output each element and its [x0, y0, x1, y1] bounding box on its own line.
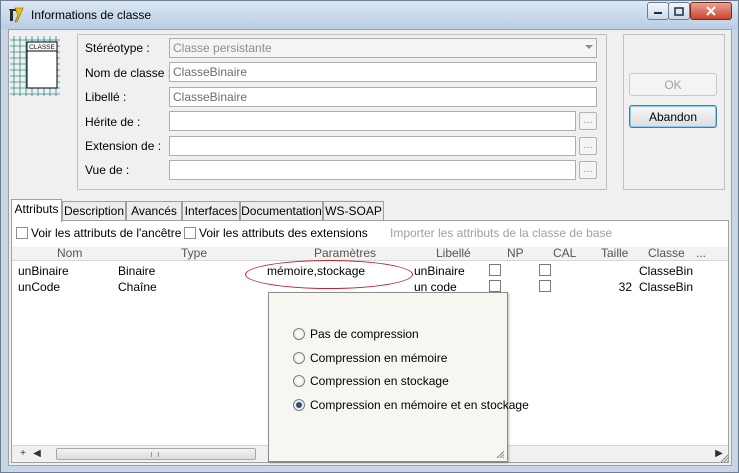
extension-label: Extension de :	[85, 139, 162, 153]
tab-attributs[interactable]: Attributs	[11, 199, 62, 222]
minimize-icon	[654, 12, 662, 14]
show-extensions-label: Voir les attributs des extensions	[199, 226, 368, 240]
compression-option-label: Compression en mémoire	[310, 351, 448, 365]
compression-option-label: Compression en stockage	[310, 374, 449, 388]
column-header-libelle[interactable]: Libellé	[436, 247, 471, 260]
tab-ws-soap[interactable]: WS-SOAP	[323, 201, 384, 221]
show-ancestor-label: Voir les attributs de l'ancêtre	[31, 226, 182, 240]
extension-field[interactable]	[169, 136, 576, 156]
compression-option-label: Pas de compression	[310, 327, 419, 341]
cell-taille: 32	[618, 280, 632, 294]
class-name-label: Nom de classe :	[85, 66, 172, 80]
tab-interfaces[interactable]: Interfaces	[182, 201, 240, 221]
maximize-button[interactable]	[668, 2, 690, 20]
import-base-attributes-link[interactable]: Importer les attributs de la classe de b…	[390, 226, 612, 240]
herite-label: Hérite de :	[85, 115, 141, 129]
compression-radio-memory-storage[interactable]	[293, 399, 305, 411]
vue-field[interactable]	[169, 160, 576, 180]
scrollbar-thumb[interactable]	[56, 448, 256, 460]
show-extensions-checkbox[interactable]	[184, 227, 196, 239]
title-bar[interactable]: Informations de classe	[1, 1, 738, 29]
cell-type: Binaire	[118, 264, 156, 278]
compression-option-label: Compression en mémoire et en stockage	[310, 398, 529, 412]
herite-browse-button[interactable]: ...	[579, 112, 597, 130]
show-ancestor-checkbox[interactable]	[16, 227, 28, 239]
app-logo-icon	[9, 7, 24, 23]
ok-button[interactable]: OK	[629, 73, 717, 96]
class-icon-label: CLASSE	[29, 44, 55, 51]
compression-popup: Pas de compression Compression en mémoir…	[268, 292, 529, 462]
np-checkbox[interactable]	[489, 264, 501, 276]
grid-header: Nom Type Paramètres Libellé NP CAL Taill…	[12, 247, 728, 261]
cell-libelle: unBinaire	[414, 264, 465, 278]
class-grid-icon: CLASSE	[10, 36, 60, 96]
herite-field[interactable]	[169, 111, 576, 131]
class-name-field[interactable]: ClasseBinaire	[169, 62, 597, 82]
cell-classe: ClasseBin	[639, 280, 694, 294]
np-checkbox[interactable]	[489, 280, 501, 292]
column-header-cal[interactable]: CAL	[553, 247, 576, 260]
highlight-ellipse	[245, 260, 413, 289]
compression-radio-none[interactable]	[293, 328, 305, 340]
tab-avances[interactable]: Avancés	[126, 201, 182, 221]
close-icon	[706, 6, 716, 16]
cell-classe: ClasseBin	[639, 264, 694, 278]
chevron-down-icon	[585, 45, 593, 49]
grip-icon	[151, 452, 159, 457]
libelle-field[interactable]: ClasseBinaire	[169, 87, 597, 107]
dialog-body: CLASSE Stéréotype : Classe persistante N…	[8, 29, 732, 466]
tab-description[interactable]: Description	[62, 201, 126, 221]
column-header-parametres[interactable]: Paramètres	[314, 247, 376, 260]
extension-browse-button[interactable]: ...	[579, 137, 597, 155]
stereotype-label: Stéréotype :	[85, 41, 150, 55]
scroll-left-button[interactable]: ◀	[30, 447, 44, 461]
libelle-label: Libellé :	[85, 90, 127, 104]
class-info-window: Informations de classe CLASSE Stéréotype…	[0, 0, 739, 473]
column-header-classe[interactable]: Classe	[648, 247, 685, 260]
vue-browse-button[interactable]: ...	[579, 161, 597, 179]
attributes-panel: Voir les attributs de l'ancêtre Voir les…	[11, 220, 729, 463]
stereotype-value: Classe persistante	[173, 41, 272, 55]
column-header-type[interactable]: Type	[181, 247, 207, 260]
cell-type: Chaîne	[118, 280, 157, 294]
minimize-button[interactable]	[647, 2, 669, 20]
tab-documentation[interactable]: Documentation	[240, 201, 323, 221]
window-title: Informations de classe	[31, 8, 152, 22]
column-header-np[interactable]: NP	[507, 247, 524, 260]
cell-nom: unCode	[18, 280, 61, 294]
column-header-more[interactable]: ...	[696, 247, 706, 260]
compression-radio-storage[interactable]	[293, 375, 305, 387]
cal-checkbox[interactable]	[539, 264, 551, 276]
vue-label: Vue de :	[85, 163, 130, 177]
window-resize-grip-icon[interactable]	[719, 453, 729, 463]
compression-radio-memory[interactable]	[293, 352, 305, 364]
cell-nom: unBinaire	[18, 264, 69, 278]
stereotype-combo[interactable]: Classe persistante	[169, 38, 597, 58]
column-header-taille[interactable]: Taille	[601, 247, 628, 260]
maximize-icon	[674, 6, 684, 16]
cal-checkbox[interactable]	[539, 280, 551, 292]
column-header-nom[interactable]: Nom	[57, 247, 82, 260]
close-button[interactable]	[690, 2, 732, 20]
resize-grip-icon[interactable]	[495, 449, 505, 459]
add-row-button[interactable]: +	[16, 447, 30, 461]
abandon-button[interactable]: Abandon	[629, 105, 717, 128]
